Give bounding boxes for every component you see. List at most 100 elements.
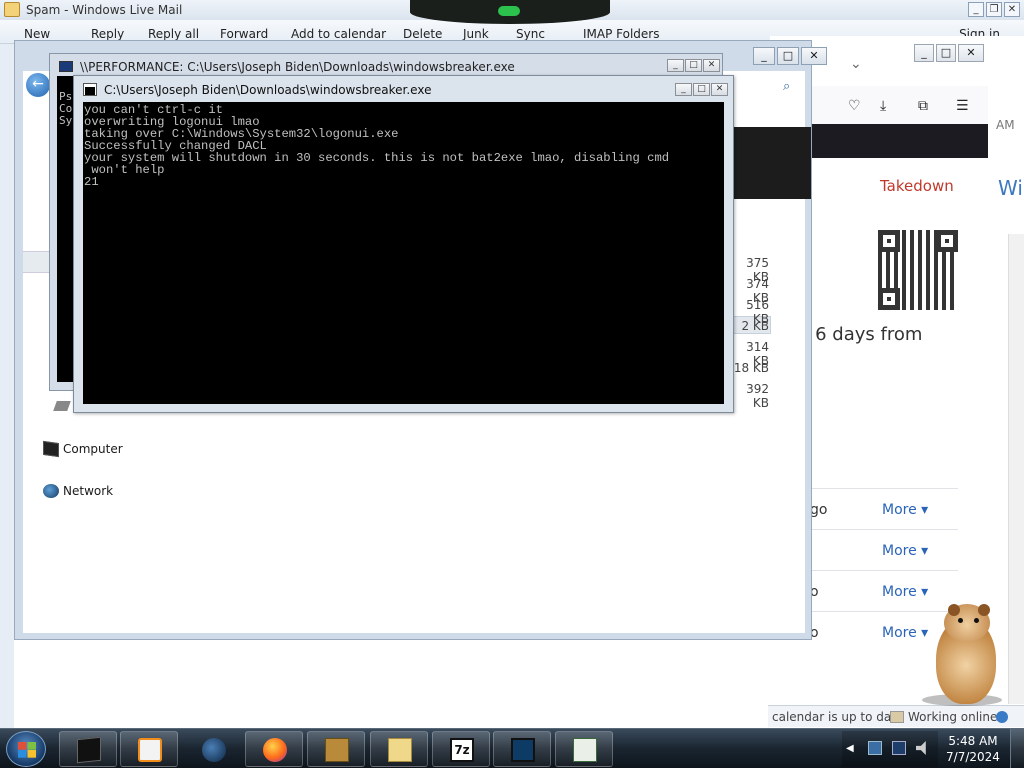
partial-heading: Wi bbox=[998, 176, 1023, 200]
sync-button[interactable]: Sync bbox=[516, 27, 545, 41]
search-icon[interactable]: ⌕ bbox=[783, 79, 790, 94]
remote-console-title: \\PERFORMANCE: C:\Users\Joseph Biden\Dow… bbox=[80, 60, 515, 74]
console-icon bbox=[59, 61, 73, 72]
calendar-status: calendar is up to date bbox=[772, 710, 904, 724]
remote-console-controls: _ □ ✕ bbox=[667, 59, 720, 72]
new-button[interactable]: New bbox=[24, 27, 50, 41]
browser-dark-banner bbox=[812, 124, 988, 158]
console-line: won't help bbox=[84, 163, 165, 177]
close-button[interactable]: ✕ bbox=[1004, 2, 1020, 17]
reply-all-button[interactable]: Reply all bbox=[148, 27, 199, 41]
file-size: 392 KB bbox=[746, 382, 769, 410]
close-button[interactable]: ✕ bbox=[958, 44, 984, 62]
minimize-button[interactable]: _ bbox=[675, 83, 692, 96]
back-arrow-icon[interactable]: ← bbox=[26, 73, 50, 97]
junk-button[interactable]: Junk bbox=[463, 27, 489, 41]
show-desktop-button[interactable] bbox=[1010, 729, 1024, 768]
explorer-header-strip bbox=[23, 251, 51, 273]
forward-button[interactable]: Forward bbox=[220, 27, 268, 41]
taskbar: 7z ◀ 5:48 AM 7/7/2024 bbox=[0, 728, 1024, 768]
more-dropdown[interactable]: More ▾ bbox=[882, 502, 928, 518]
maximize-button[interactable]: ❐ bbox=[986, 2, 1002, 17]
start-button[interactable] bbox=[6, 731, 46, 767]
chevron-down-icon[interactable]: ⌄ bbox=[850, 56, 862, 72]
console-window-controls: _ □ ✕ bbox=[675, 83, 728, 96]
browser-window-controls: _ □ ✕ bbox=[914, 44, 984, 62]
console-output[interactable]: you can't ctrl-c it overwriting logonui … bbox=[83, 102, 724, 404]
takedown-link[interactable]: Takedown bbox=[880, 177, 954, 195]
reply-button[interactable]: Reply bbox=[91, 27, 124, 41]
tray-expand-icon[interactable]: ◀ bbox=[846, 743, 860, 757]
windows-logo-icon bbox=[18, 742, 36, 758]
taskbar-app-7zip[interactable]: 7z bbox=[432, 731, 490, 767]
qr-finder bbox=[878, 230, 900, 252]
mail-window-controls: _ ❐ ✕ bbox=[968, 2, 1020, 17]
list-item: More ▾ bbox=[812, 529, 958, 570]
close-button[interactable]: ✕ bbox=[703, 59, 720, 72]
close-button[interactable]: ✕ bbox=[711, 83, 728, 96]
more-dropdown[interactable]: More ▾ bbox=[882, 584, 928, 600]
explorer-window-controls: _ □ ✕ bbox=[753, 47, 827, 65]
notepad-icon bbox=[573, 738, 597, 762]
monitor-icon bbox=[511, 738, 535, 762]
console-title: C:\Users\Joseph Biden\Downloads\windowsb… bbox=[104, 83, 432, 97]
minimize-button[interactable]: _ bbox=[968, 2, 984, 17]
console-icon bbox=[83, 83, 97, 96]
box-game-icon bbox=[325, 738, 349, 762]
taskbar-app-globe[interactable] bbox=[184, 731, 242, 767]
nav-item-label: Computer bbox=[63, 442, 123, 456]
delete-button[interactable]: Delete bbox=[403, 27, 442, 41]
console-line: 21 bbox=[84, 175, 99, 189]
qr-code-image bbox=[878, 230, 958, 310]
terminal-icon bbox=[77, 736, 101, 764]
display-tray-icon[interactable] bbox=[892, 741, 906, 755]
add-to-calendar-button[interactable]: Add to calendar bbox=[291, 27, 386, 41]
extensions-icon[interactable]: ⧉ bbox=[918, 98, 928, 114]
imap-folders-button[interactable]: IMAP Folders bbox=[583, 27, 660, 41]
taskbar-app-box[interactable] bbox=[307, 731, 365, 767]
maximize-button[interactable]: □ bbox=[777, 47, 799, 65]
minimize-button[interactable]: _ bbox=[753, 47, 775, 65]
hamster-image bbox=[922, 600, 1012, 710]
file-size: 2 KB bbox=[741, 319, 769, 333]
maximize-button[interactable]: □ bbox=[936, 44, 956, 62]
menu-icon[interactable]: ☰ bbox=[956, 98, 969, 114]
calendar-icon bbox=[890, 711, 904, 723]
qr-finder bbox=[936, 230, 958, 252]
taskbar-app-media[interactable] bbox=[120, 731, 178, 767]
taskbar-app-photos[interactable] bbox=[370, 731, 428, 767]
volume-icon[interactable] bbox=[916, 741, 926, 755]
taskbar-app-firefox[interactable] bbox=[245, 731, 303, 767]
photos-icon bbox=[388, 738, 412, 762]
clock-time[interactable]: 5:48 AM bbox=[942, 734, 1004, 748]
7zip-icon: 7z bbox=[450, 738, 474, 762]
overlay-notch bbox=[410, 0, 610, 24]
console-window: C:\Users\Joseph Biden\Downloads\windowsb… bbox=[73, 75, 734, 413]
download-icon[interactable]: ⤓ bbox=[880, 98, 886, 114]
notch-indicator-icon bbox=[498, 6, 520, 16]
system-tray: ◀ bbox=[842, 731, 938, 767]
taskbar-app-terminal[interactable] bbox=[59, 731, 117, 767]
taskbar-app-notepad[interactable] bbox=[555, 731, 613, 767]
partial-time-text: AM bbox=[996, 118, 1015, 132]
list-item-label: go bbox=[810, 502, 828, 518]
clock-date[interactable]: 7/7/2024 bbox=[942, 750, 1004, 764]
network-tray-icon[interactable] bbox=[868, 741, 882, 755]
browser-toolbar: ♡ ⤓ ⧉ ☰ bbox=[812, 86, 988, 124]
close-button[interactable]: ✕ bbox=[801, 47, 827, 65]
globe-icon bbox=[202, 738, 226, 762]
maximize-button[interactable]: □ bbox=[685, 59, 702, 72]
maximize-button[interactable]: □ bbox=[693, 83, 710, 96]
list-item: go More ▾ bbox=[810, 488, 958, 529]
mail-app-icon bbox=[4, 2, 20, 17]
pocket-icon[interactable]: ♡ bbox=[848, 98, 861, 114]
console-line: Sy bbox=[59, 114, 73, 127]
mail-left-pane bbox=[0, 44, 14, 728]
mail-window-title: Spam - Windows Live Mail bbox=[26, 3, 183, 17]
minimize-button[interactable]: _ bbox=[914, 44, 934, 62]
console-line: your system will shutdown in 30 seconds.… bbox=[84, 151, 670, 165]
more-dropdown[interactable]: More ▾ bbox=[882, 543, 928, 559]
qr-finder bbox=[878, 288, 900, 310]
minimize-button[interactable]: _ bbox=[667, 59, 684, 72]
taskbar-app-monitor[interactable] bbox=[493, 731, 551, 767]
